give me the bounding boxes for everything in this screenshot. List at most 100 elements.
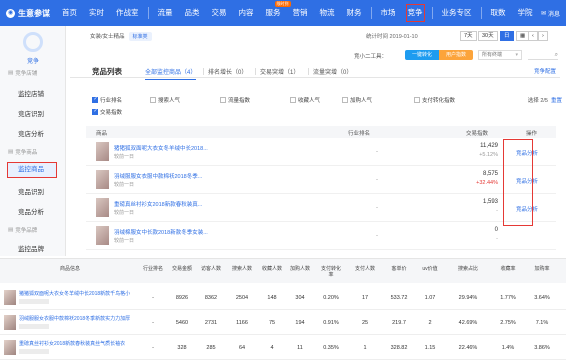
stat-time: 统计时间 2019-01-10: [366, 34, 418, 40]
industry-rank: -: [376, 149, 378, 155]
tab-all-monitored[interactable]: 全部监控商品（4）: [145, 67, 197, 80]
product-name[interactable]: 猪猪狐双面呢大衣女冬羊绒中长2018...: [114, 144, 254, 152]
bell-icon: ✉: [540, 10, 546, 17]
nav-finance[interactable]: 财务: [341, 0, 368, 26]
cell: -: [152, 320, 154, 326]
cell: 1.07: [424, 295, 436, 301]
brand-logo[interactable]: ◉ 生意参谋: [0, 8, 56, 19]
sidebar-group-brands: ▤ 竞争品牌: [8, 226, 37, 234]
tab-traffic-surge[interactable]: 流量突增（0）: [313, 67, 352, 76]
exported-row: 猪猪狐双面呢大衣女冬羊绒中长2018新款千鸟格小 - 8926 8362 250…: [0, 285, 566, 310]
next-button[interactable]: ›: [538, 31, 548, 41]
product-thumbnail[interactable]: [96, 170, 109, 189]
cell: 11: [297, 345, 303, 351]
trade-index-change: +5.12%: [479, 152, 498, 158]
nav-academy[interactable]: 学院: [512, 0, 539, 26]
product-thumbnail[interactable]: [96, 142, 109, 161]
tab-divider: [308, 68, 309, 75]
terminal-select[interactable]: 所有终端: [478, 50, 522, 60]
nav-business-zone[interactable]: 业务专区: [436, 0, 478, 26]
range-day-button[interactable]: 日: [500, 31, 514, 41]
cell: 304: [295, 295, 305, 301]
nav-realtime[interactable]: 实时: [83, 0, 110, 26]
product-thumbnail[interactable]: [96, 226, 109, 245]
sidebar-group-label: 竞争商品: [15, 150, 38, 156]
filter-pay-conversion[interactable]: 支付转化指数: [414, 96, 455, 104]
product-name[interactable]: 羽绒棉服女中长款2018新款冬季女装...: [114, 228, 254, 236]
range-30d-button[interactable]: 30天: [478, 31, 498, 41]
nav-logistics[interactable]: 物流: [314, 0, 341, 26]
col-industry-rank[interactable]: 行业排名: [348, 129, 370, 137]
nav-category[interactable]: 品类: [179, 0, 206, 26]
cell: 1166: [236, 320, 248, 326]
user-index-button[interactable]: 用户指数: [439, 50, 473, 60]
nav-competition[interactable]: 竞争: [402, 0, 429, 26]
nav-service[interactable]: 服务 限时到: [260, 0, 291, 26]
prev-button[interactable]: ‹: [528, 31, 538, 41]
col-favorites: 收藏人数: [262, 266, 283, 272]
product-thumbnail[interactable]: [96, 198, 109, 217]
nav-trade[interactable]: 交易: [206, 0, 233, 26]
checkbox-icon: [92, 96, 98, 103]
cell: 1.77%: [500, 295, 516, 301]
search-field[interactable]: ⌕: [528, 50, 558, 60]
filter-label: 支付转化指数: [422, 98, 456, 104]
one-click-convert-button[interactable]: 一键转化: [405, 50, 439, 60]
range-7d-button[interactable]: 7天: [460, 31, 477, 41]
filter-traffic-index[interactable]: 流量指数: [220, 96, 250, 104]
filter-search-popularity[interactable]: 搜索人气: [150, 96, 180, 104]
product-thumbnail: [4, 340, 16, 355]
nav-marketing[interactable]: 营销: [287, 0, 314, 26]
tab-rank-growth[interactable]: 排名增长（0）: [208, 67, 247, 76]
messages-button[interactable]: ✉ 消息: [541, 9, 560, 18]
cell: 64: [238, 345, 246, 351]
nav-data-fetch[interactable]: 取数: [485, 0, 512, 26]
filter-cart-popularity[interactable]: 加购人气: [342, 96, 372, 104]
sidebar-item-monitor-shops[interactable]: 监控店铺: [18, 88, 44, 98]
tool-label: 竞小二工具：: [354, 54, 388, 60]
checkbox-icon: [220, 97, 226, 103]
sidebar-item-monitor-products[interactable]: 监控商品: [7, 162, 57, 178]
competition-config-link[interactable]: 竞争配置: [534, 67, 556, 75]
filter-label: 流量指数: [228, 98, 251, 104]
nav-war-room[interactable]: 作战室: [110, 0, 145, 26]
exported-row: 重磅真丝衬衫女2018新款春秋装真丝气质长袖衣 - 328 285 64 4 1…: [0, 335, 566, 360]
reset-link[interactable]: 重置: [551, 98, 562, 104]
cell: 3.86%: [534, 345, 550, 351]
filter-favorite-popularity[interactable]: 收藏人气: [290, 96, 320, 104]
nav-divider: [480, 7, 482, 19]
product-icon: ▤: [8, 149, 14, 155]
col-favorite-rate: 收藏率: [500, 266, 516, 272]
category-breadcrumb[interactable]: 女装/女士精品: [90, 32, 125, 40]
col-trade-index[interactable]: 交易指数: [466, 129, 488, 137]
col-industry-rank: 行业排名: [142, 266, 163, 272]
filter-trade-index[interactable]: 交易指数: [92, 108, 122, 116]
nav-market[interactable]: 市场: [375, 0, 402, 26]
product-name[interactable]: 羽绒服服女衣服中款棉袄2018冬季...: [114, 172, 254, 180]
sidebar-item-analyze-shops[interactable]: 竞店分析: [18, 128, 44, 138]
nav-home[interactable]: 首页: [56, 0, 83, 26]
sidebar-item-analyze-products[interactable]: 竞品分析: [18, 206, 44, 216]
product-name[interactable]: 重磅真丝衬衫女2018新款春秋装真...: [114, 200, 254, 208]
tab-trade-surge[interactable]: 交易突增（1）: [260, 67, 299, 76]
cell: 2504: [235, 295, 249, 301]
cell: 0.35%: [323, 345, 339, 351]
col-product: 商品: [96, 131, 108, 137]
col-uv-value: uv价值: [422, 266, 438, 272]
nav-traffic[interactable]: 流量: [152, 0, 179, 26]
checkbox-icon: [92, 108, 98, 115]
filter-industry-rank[interactable]: 行业排名: [92, 96, 122, 104]
col-search-share: 搜索占比: [457, 266, 478, 272]
filter-label: 收藏人气: [298, 98, 321, 104]
sidebar-item-monitor-brands[interactable]: 监控品牌: [18, 243, 44, 253]
sidebar: 竞争 ▤ 竞争店铺 监控店铺 竞店识别 竞店分析 ▤ 竞争商品 监控商品 竞品识…: [0, 26, 66, 256]
blurred-subtext: [19, 324, 49, 329]
selected-count: 选择 2/5: [527, 98, 548, 104]
col-avg-order: 客单价: [391, 266, 407, 272]
nav-content[interactable]: 内容: [233, 0, 260, 26]
cell: 219.7: [392, 320, 406, 326]
sidebar-item-identify-shops[interactable]: 竞店识别: [18, 108, 44, 118]
sidebar-item-identify-products[interactable]: 竞品识别: [18, 186, 44, 196]
cell: 2: [428, 320, 432, 326]
cell: 75: [268, 320, 276, 326]
